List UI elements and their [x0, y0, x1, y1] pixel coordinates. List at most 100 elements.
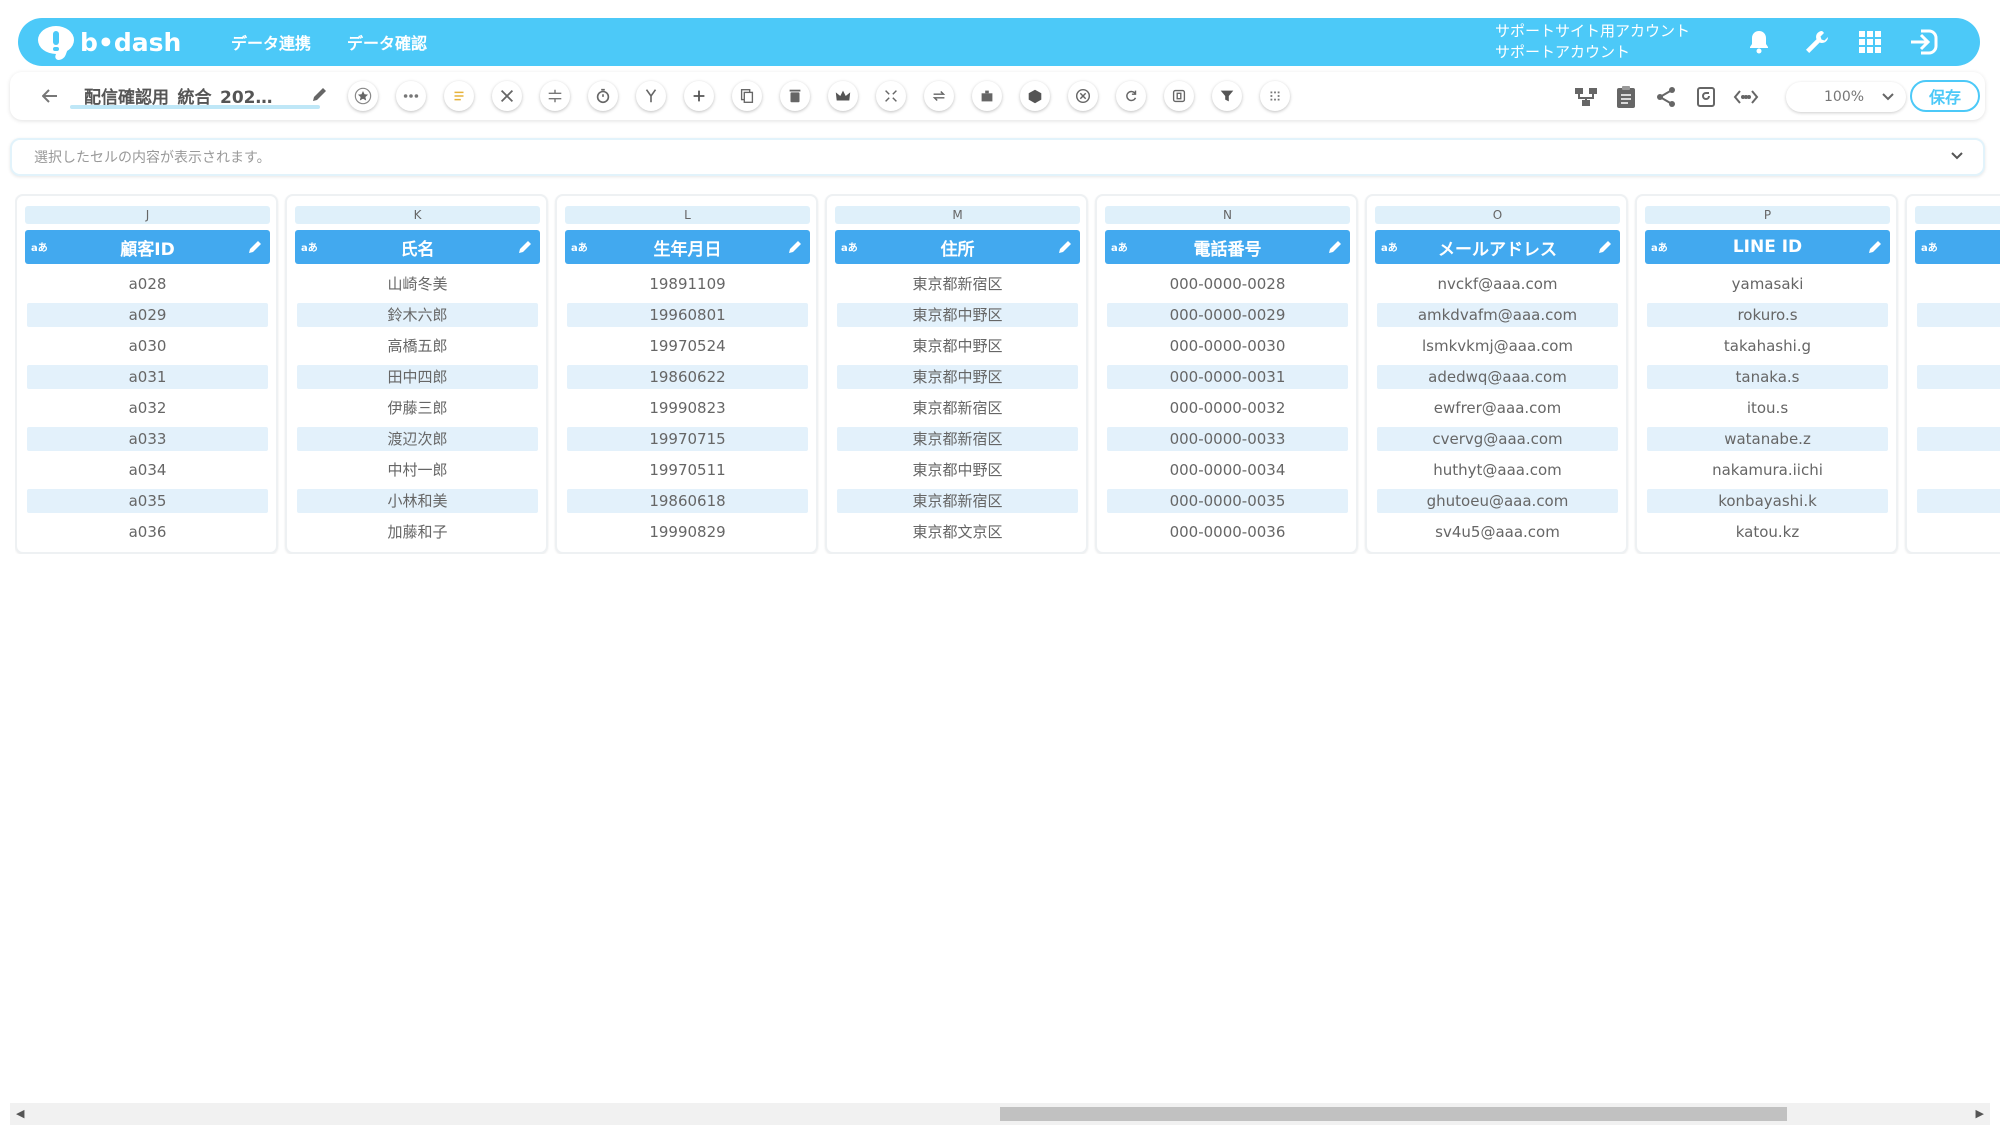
scrollbar-thumb[interactable] [1000, 1107, 1787, 1121]
table-cell[interactable] [1917, 303, 2000, 327]
scroll-left-icon[interactable]: ◀ [16, 1107, 24, 1120]
column-letter[interactable]: L [565, 206, 810, 224]
column-edit-icon[interactable] [786, 238, 804, 256]
nav-data-integration[interactable]: データ連携 [231, 30, 311, 54]
column-type-icon[interactable]: aあ [571, 239, 588, 254]
column-header[interactable]: aあ LINE ID [1645, 230, 1890, 264]
column-edit-icon[interactable] [1056, 238, 1074, 256]
table-cell[interactable]: 19970511 [567, 458, 808, 482]
cancel-tool[interactable] [1068, 81, 1098, 111]
table-cell[interactable]: 東京都中野区 [837, 334, 1078, 358]
chevron-down-icon[interactable] [1951, 148, 1963, 164]
column-type-icon[interactable]: aあ [1921, 239, 1938, 254]
table-cell[interactable]: 東京都中野区 [837, 365, 1078, 389]
table-cell[interactable]: 000-0000-0036 [1107, 520, 1348, 544]
table-cell[interactable]: a029 [27, 303, 268, 327]
timer-tool[interactable] [588, 81, 618, 111]
table-cell[interactable]: 東京都新宿区 [837, 427, 1078, 451]
table-cell[interactable] [1917, 396, 2000, 420]
save-button[interactable]: 保存 [1910, 80, 1980, 112]
table-cell[interactable]: 東京都新宿区 [837, 396, 1078, 420]
table-cell[interactable]: rokuro.s [1647, 303, 1888, 327]
table-cell[interactable]: 東京都中野区 [837, 303, 1078, 327]
table-cell[interactable]: itou.s [1647, 396, 1888, 420]
account-info[interactable]: サポートサイト用アカウント サポートアカウント [1495, 21, 1690, 63]
table-cell[interactable]: 19970524 [567, 334, 808, 358]
refresh-tool[interactable] [1116, 81, 1146, 111]
code-icon[interactable] [1732, 84, 1760, 110]
column-letter[interactable]: O [1375, 206, 1620, 224]
table-cell[interactable]: 19891109 [567, 272, 808, 296]
table-cell[interactable]: 19960801 [567, 303, 808, 327]
column-letter[interactable]: N [1105, 206, 1350, 224]
table-cell[interactable]: takahashi.g [1647, 334, 1888, 358]
table-cell[interactable]: sv4u5@aaa.com [1377, 520, 1618, 544]
copy-tool[interactable] [732, 81, 762, 111]
table-cell[interactable]: 000-0000-0030 [1107, 334, 1348, 358]
logo[interactable]: b•dash [36, 26, 201, 60]
wrench-icon[interactable] [1800, 26, 1834, 58]
cell-content-bar[interactable]: 選択したセルの内容が表示されます。 [10, 138, 1985, 176]
clipboard-icon[interactable] [1612, 84, 1640, 110]
column-header[interactable]: aあ 電話番号 [1105, 230, 1350, 264]
logout-icon[interactable] [1906, 26, 1940, 58]
table-cell[interactable]: 伊藤三郎 [297, 396, 538, 420]
table-cell[interactable]: tanaka.s [1647, 365, 1888, 389]
table-cell[interactable]: adedwq@aaa.com [1377, 365, 1618, 389]
table-cell[interactable]: 中村一郎 [297, 458, 538, 482]
table-cell[interactable]: a032 [27, 396, 268, 420]
edit-title-button[interactable] [310, 84, 332, 106]
table-cell[interactable]: watanabe.z [1647, 427, 1888, 451]
apps-grid-icon[interactable] [1853, 26, 1887, 58]
table-cell[interactable]: a033 [27, 427, 268, 451]
table-cell[interactable]: nakamura.iichi [1647, 458, 1888, 482]
table-cell[interactable] [1917, 365, 2000, 389]
table-cell[interactable]: 000-0000-0034 [1107, 458, 1348, 482]
table-cell[interactable]: a036 [27, 520, 268, 544]
scroll-right-icon[interactable]: ▶ [1976, 1107, 1984, 1120]
table-cell[interactable]: 渡辺次郎 [297, 427, 538, 451]
more-tool[interactable] [396, 81, 426, 111]
column-letter[interactable] [1915, 206, 2000, 224]
column-type-icon[interactable]: aあ [1381, 239, 1398, 254]
column-header[interactable]: aあ 顧客ID [25, 230, 270, 264]
column-edit-icon[interactable] [1596, 238, 1614, 256]
table-cell[interactable]: a034 [27, 458, 268, 482]
delete-tool[interactable] [780, 81, 810, 111]
column-edit-icon[interactable] [516, 238, 534, 256]
table-cell[interactable]: 田中四郎 [297, 365, 538, 389]
merge-tool[interactable] [636, 81, 666, 111]
table-cell[interactable]: 加藤和子 [297, 520, 538, 544]
column-type-icon[interactable]: aあ [31, 239, 48, 254]
column-header[interactable]: aあ [1915, 230, 2000, 264]
back-button[interactable] [38, 84, 62, 108]
nav-data-check[interactable]: データ確認 [347, 30, 427, 54]
frame-tool[interactable] [1164, 81, 1194, 111]
table-cell[interactable]: 19990829 [567, 520, 808, 544]
package-tool[interactable] [1020, 81, 1050, 111]
table-cell[interactable] [1917, 272, 2000, 296]
column-type-icon[interactable]: aあ [841, 239, 858, 254]
table-cell[interactable]: 鈴木六郎 [297, 303, 538, 327]
table-cell[interactable]: 000-0000-0035 [1107, 489, 1348, 513]
table-cell[interactable]: 19970715 [567, 427, 808, 451]
building-tool[interactable] [972, 81, 1002, 111]
crown-tool[interactable] [828, 81, 858, 111]
bell-icon[interactable] [1742, 26, 1776, 58]
table-cell[interactable]: ewfrer@aaa.com [1377, 396, 1618, 420]
zoom-select[interactable]: 100% [1786, 82, 1906, 112]
flow-icon[interactable] [1572, 84, 1600, 110]
table-cell[interactable]: 000-0000-0029 [1107, 303, 1348, 327]
column-edit-icon[interactable] [246, 238, 264, 256]
favorite-tool[interactable] [348, 81, 378, 111]
table-cell[interactable] [1917, 334, 2000, 358]
table-cell[interactable]: konbayashi.k [1647, 489, 1888, 513]
table-cell[interactable]: 000-0000-0033 [1107, 427, 1348, 451]
column-type-icon[interactable]: aあ [301, 239, 318, 254]
column-letter[interactable]: J [25, 206, 270, 224]
table-cell[interactable]: katou.kz [1647, 520, 1888, 544]
table-cell[interactable]: 000-0000-0032 [1107, 396, 1348, 420]
table-cell[interactable]: a031 [27, 365, 268, 389]
column-letter[interactable]: M [835, 206, 1080, 224]
table-cell[interactable]: a028 [27, 272, 268, 296]
